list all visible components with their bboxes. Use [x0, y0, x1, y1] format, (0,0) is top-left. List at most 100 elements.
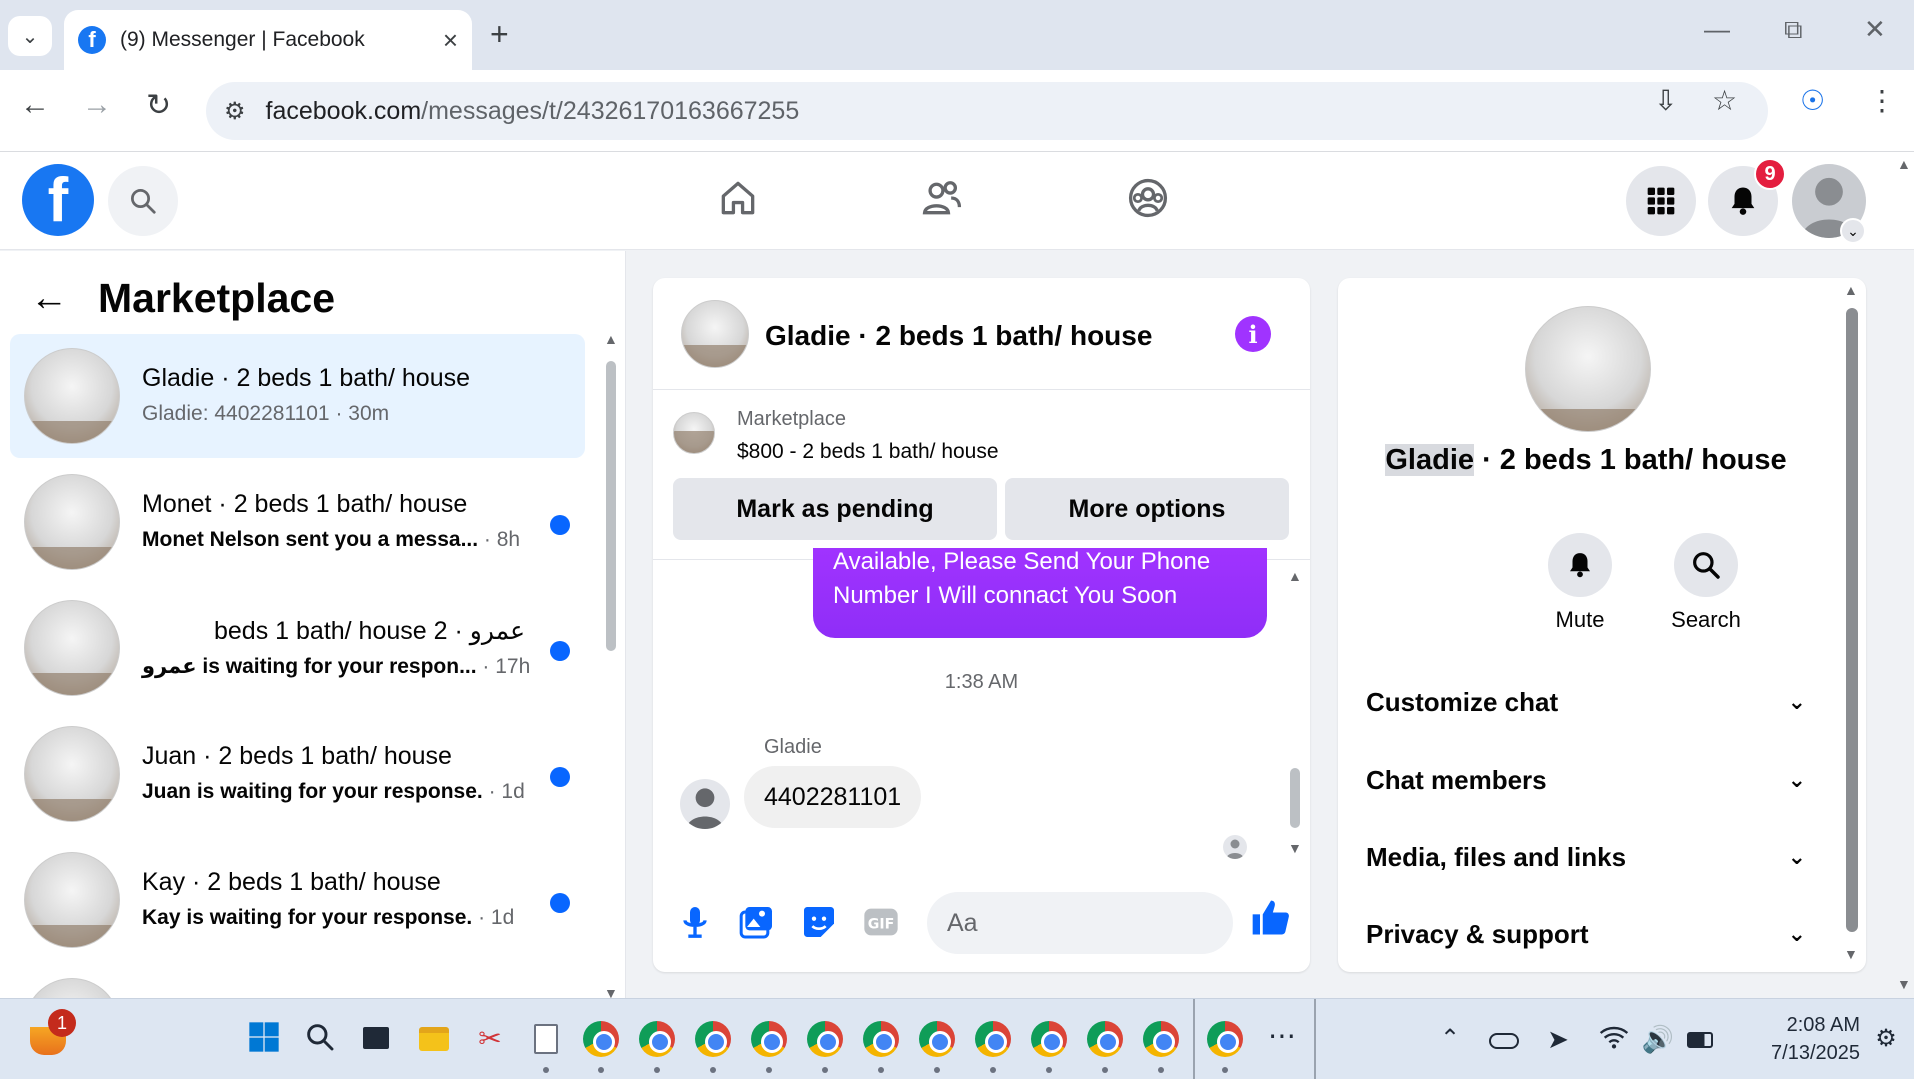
task-view-icon[interactable]: [360, 1021, 396, 1057]
more-apps-icon[interactable]: ⋯: [1264, 1021, 1300, 1057]
running-indicator: [1046, 1067, 1052, 1073]
conversation-item[interactable]: [10, 964, 585, 998]
scroll-down-arrow-icon[interactable]: ▼: [604, 985, 618, 998]
reload-icon[interactable]: ↻: [146, 88, 171, 123]
microphone-icon[interactable]: [675, 902, 715, 942]
tab-search-button[interactable]: ⌄: [8, 16, 52, 56]
scroll-down-arrow-icon[interactable]: ▼: [1288, 840, 1302, 856]
groups-icon[interactable]: [1126, 176, 1170, 220]
chrome-taskbar-icon[interactable]: [1087, 1021, 1123, 1057]
back-arrow-icon[interactable]: ←: [30, 277, 68, 320]
window-close-icon[interactable]: ✕: [1864, 14, 1886, 45]
onedrive-icon[interactable]: [1486, 1021, 1522, 1057]
restore-icon[interactable]: ⧉: [1784, 14, 1803, 46]
conversation-name: Kay · 2 beds 1 bath/ house: [142, 868, 441, 896]
listing-thumbnail[interactable]: [673, 412, 715, 454]
minimize-icon[interactable]: —: [1704, 14, 1730, 45]
scroll-down-arrow-icon[interactable]: ▼: [1844, 946, 1858, 962]
scrollbar-thumb[interactable]: [1290, 768, 1300, 828]
outgoing-message[interactable]: Available, Please Send Your Phone Number…: [813, 548, 1267, 638]
details-avatar: [1525, 306, 1651, 432]
details-scrollbar[interactable]: ▲ ▼: [1842, 278, 1860, 972]
taskbar-divider: [1314, 999, 1316, 1079]
search-action[interactable]: Search: [1646, 533, 1766, 633]
chat-title[interactable]: Gladie · 2 beds 1 bath/ house: [765, 320, 1152, 352]
conversation-item[interactable]: Monet · 2 beds 1 bath/ house Monet Nelso…: [10, 460, 585, 584]
chrome-taskbar-icon[interactable]: [583, 1021, 619, 1057]
more-options-button[interactable]: More options: [1005, 478, 1289, 540]
chrome-taskbar-icon[interactable]: [919, 1021, 955, 1057]
conversation-list-scrollbar[interactable]: ▲ ▼: [604, 331, 618, 998]
chrome-taskbar-icon[interactable]: [1207, 1021, 1243, 1057]
menu-grid-button[interactable]: [1626, 166, 1696, 236]
conversation-item[interactable]: عمرو · 2 beds 1 bath/ house عمرو is wait…: [10, 586, 585, 710]
info-icon[interactable]: i: [1235, 316, 1271, 352]
message-input[interactable]: Aa: [927, 892, 1233, 954]
windows-start-icon[interactable]: [248, 1021, 284, 1057]
weather-widget[interactable]: 1: [30, 1009, 76, 1055]
mute-button[interactable]: [1548, 533, 1612, 597]
chrome-taskbar-icon[interactable]: [751, 1021, 787, 1057]
incoming-message[interactable]: 4402281101: [744, 766, 922, 828]
mark-as-pending-button[interactable]: Mark as pending: [673, 478, 997, 540]
volume-icon[interactable]: 🔊: [1640, 1021, 1676, 1057]
media-files-links-row[interactable]: Media, files and links ⌄: [1366, 832, 1806, 882]
customize-chat-row[interactable]: Customize chat ⌄: [1366, 677, 1806, 727]
file-explorer-icon[interactable]: [416, 1021, 452, 1057]
back-icon[interactable]: ←: [20, 88, 50, 122]
facebook-search-button[interactable]: [108, 166, 178, 236]
forward-icon[interactable]: →: [82, 88, 112, 122]
chrome-taskbar-icon[interactable]: [807, 1021, 843, 1057]
chat-scrollbar[interactable]: ▲ ▼: [1288, 568, 1302, 858]
sticker-icon[interactable]: [799, 902, 839, 942]
wifi-icon[interactable]: [1598, 1021, 1634, 1057]
facebook-logo-icon[interactable]: f: [22, 164, 94, 236]
home-icon[interactable]: [716, 176, 760, 220]
thumbs-up-icon[interactable]: [1249, 896, 1293, 940]
chrome-taskbar-icon[interactable]: [1143, 1021, 1179, 1057]
close-tab-icon[interactable]: ×: [443, 25, 458, 56]
battery-icon[interactable]: [1684, 1021, 1720, 1057]
chrome-taskbar-icon[interactable]: [695, 1021, 731, 1057]
scroll-up-arrow-icon[interactable]: ▲: [1844, 282, 1858, 298]
snipping-tool-icon[interactable]: ✂: [472, 1021, 508, 1057]
scrollbar-thumb[interactable]: [1846, 308, 1858, 932]
photo-icon[interactable]: [737, 902, 777, 942]
taskbar-clock[interactable]: 2:08 AM 7/13/2025: [1740, 1011, 1860, 1067]
tray-chevron-up-icon[interactable]: ⌃: [1432, 1021, 1468, 1057]
conversation-item[interactable]: Juan · 2 beds 1 bath/ house Juan is wait…: [10, 712, 585, 836]
page-scrollbar[interactable]: ▲ ▼: [1894, 152, 1914, 998]
scroll-down-arrow-icon[interactable]: ▼: [1897, 976, 1911, 992]
chrome-taskbar-icon[interactable]: [975, 1021, 1011, 1057]
notification-center-icon[interactable]: ⚙: [1868, 1021, 1904, 1057]
friends-icon[interactable]: [920, 176, 964, 220]
wifi-signal-icon: [1599, 1026, 1629, 1049]
notepad-icon[interactable]: [528, 1021, 564, 1057]
location-icon[interactable]: ➤: [1540, 1021, 1576, 1057]
conversation-item[interactable]: Kay · 2 beds 1 bath/ house Kay is waitin…: [10, 838, 585, 962]
profile-icon[interactable]: ☉: [1800, 84, 1825, 117]
conversation-item[interactable]: Gladie · 2 beds 1 bath/ house Gladie: 44…: [10, 334, 585, 458]
chat-members-row[interactable]: Chat members ⌄: [1366, 755, 1806, 805]
install-app-icon[interactable]: ⇩: [1654, 84, 1677, 117]
gif-icon[interactable]: GIF: [861, 902, 901, 942]
chrome-taskbar-icon[interactable]: [1031, 1021, 1067, 1057]
chrome-taskbar-icon[interactable]: [863, 1021, 899, 1057]
site-info-icon[interactable]: ⚙: [224, 97, 246, 126]
browser-tab-active[interactable]: f (9) Messenger | Facebook ×: [64, 10, 472, 70]
browser-menu-icon[interactable]: ⋮: [1868, 84, 1896, 117]
address-bar[interactable]: ⚙ facebook.com/messages/t/24326170163667…: [206, 82, 1768, 140]
chat-avatar[interactable]: [681, 300, 749, 368]
scrollbar-thumb[interactable]: [606, 361, 616, 651]
taskbar-search-icon[interactable]: [304, 1021, 340, 1057]
chrome-taskbar-icon[interactable]: [639, 1021, 675, 1057]
mute-action[interactable]: Mute: [1520, 533, 1640, 633]
scroll-up-arrow-icon[interactable]: ▲: [1897, 156, 1911, 172]
scroll-up-arrow-icon[interactable]: ▲: [1288, 568, 1302, 584]
scroll-up-arrow-icon[interactable]: ▲: [604, 331, 618, 347]
bookmark-star-icon[interactable]: ☆: [1712, 84, 1737, 117]
search-in-conversation-button[interactable]: [1674, 533, 1738, 597]
privacy-support-row[interactable]: Privacy & support ⌄: [1366, 909, 1806, 959]
new-tab-button[interactable]: +: [490, 16, 509, 53]
account-chevron-icon: ⌄: [1840, 218, 1866, 244]
